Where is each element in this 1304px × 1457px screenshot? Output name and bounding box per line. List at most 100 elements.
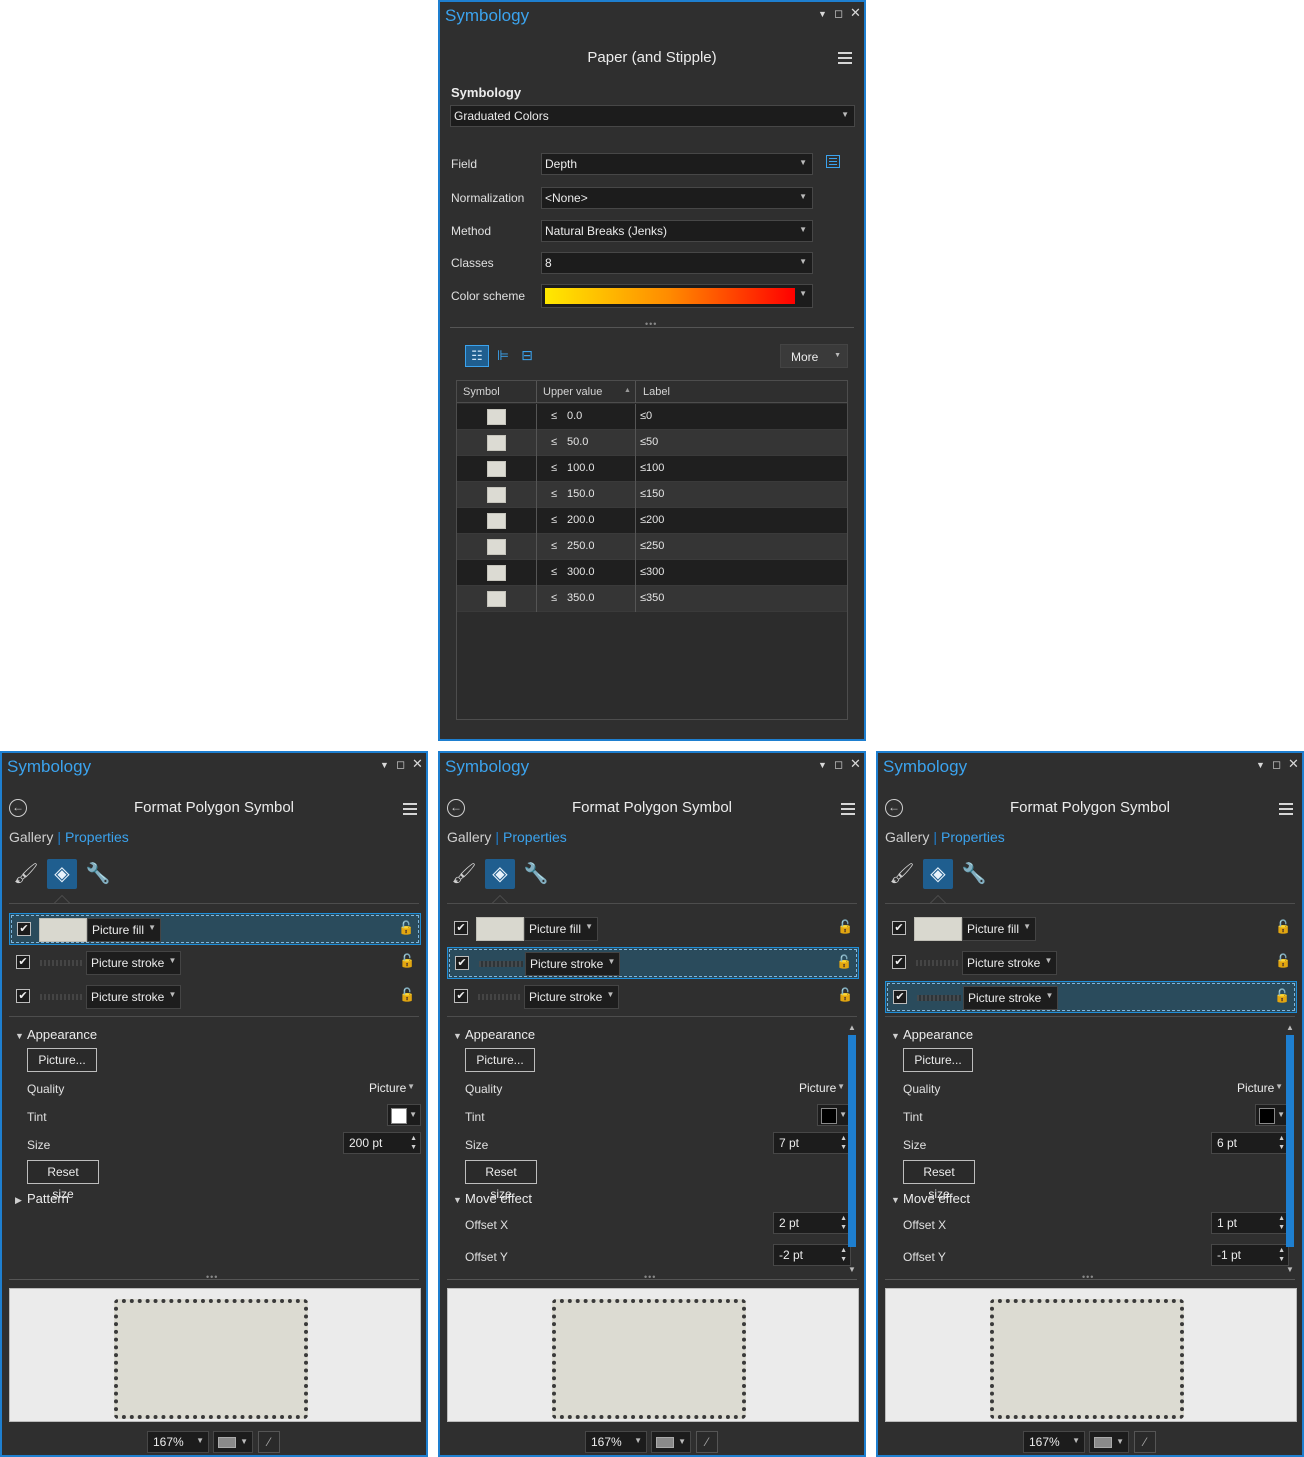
layer-type-dropdown[interactable]: Picture stroke ▼ — [963, 986, 1059, 1010]
tint-color-picker[interactable]: ▼ — [387, 1104, 421, 1126]
label-cell[interactable]: ≤200 — [640, 514, 664, 526]
wrench-icon[interactable]: 🔧 — [83, 859, 113, 889]
tab-gallery[interactable]: Gallery — [9, 829, 53, 845]
table-row[interactable]: ≤0.0 ≤0 — [457, 404, 847, 430]
scroll-up-icon[interactable]: ▲ — [1286, 1023, 1294, 1032]
field-list-icon[interactable] — [826, 155, 840, 168]
scroll-down-icon[interactable]: ▼ — [1286, 1265, 1294, 1274]
scrollbar[interactable] — [848, 1035, 856, 1247]
pin-icon[interactable]: ▼ — [818, 9, 827, 19]
tint-color-picker[interactable]: ▼ — [1255, 1104, 1289, 1126]
background-color-picker[interactable]: ▼ — [213, 1431, 253, 1453]
symbol-lock-icon[interactable]: 🔓 — [399, 953, 415, 969]
reset-size-button[interactable]: Reset size — [465, 1160, 537, 1201]
layer-visibility-checkbox[interactable]: ✔ — [892, 955, 906, 969]
spin-arrows-icon[interactable]: ▲ ▼ — [1278, 1134, 1285, 1152]
symbol-lock-icon[interactable]: 🔓 — [836, 954, 852, 970]
symbol-layer-row[interactable]: ✔ Picture stroke ▼ 🔓 — [9, 981, 421, 1013]
offset-x-stepper[interactable]: 1 pt ▲ ▼ — [1211, 1212, 1289, 1234]
scroll-up-icon[interactable]: ▲ — [848, 1023, 856, 1032]
tab-gallery[interactable]: Gallery — [885, 829, 929, 845]
appearance-section-header[interactable]: ▼ Appearance — [891, 1027, 973, 1042]
label-cell[interactable]: ≤150 — [640, 488, 664, 500]
symbol-layer-row[interactable]: ✔ Picture stroke ▼ 🔓 — [447, 947, 859, 979]
upper-value-cell[interactable]: 150.0 — [567, 488, 595, 500]
offset-x-stepper[interactable]: 2 pt ▲ ▼ — [773, 1212, 851, 1234]
class-symbol-swatch[interactable] — [487, 461, 506, 477]
symbol-layer-row[interactable]: ✔ Picture fill ▼ 🔓 — [447, 913, 859, 945]
method-dropdown[interactable]: Natural Breaks (Jenks) ▼ — [541, 220, 813, 242]
layer-type-dropdown[interactable]: Picture fill ▼ — [87, 918, 162, 942]
upper-value-cell[interactable]: 200.0 — [567, 514, 595, 526]
offset-y-stepper[interactable]: -1 pt ▲ ▼ — [1211, 1244, 1289, 1266]
symbol-layer-row[interactable]: ✔ Picture stroke ▼ 🔓 — [9, 947, 421, 979]
layer-visibility-checkbox[interactable]: ✔ — [454, 989, 468, 1003]
symbol-lock-icon[interactable]: 🔓 — [837, 919, 853, 935]
table-row[interactable]: ≤250.0 ≤250 — [457, 534, 847, 560]
pattern-section-header[interactable]: ▶ Pattern — [15, 1191, 69, 1206]
quality-dropdown[interactable]: Picture ▼ — [365, 1077, 421, 1099]
wrench-icon[interactable]: 🔧 — [521, 859, 551, 889]
picture-button[interactable]: Picture... — [465, 1048, 535, 1072]
layer-visibility-checkbox[interactable]: ✔ — [893, 990, 907, 1004]
tab-gallery[interactable]: Gallery — [447, 829, 491, 845]
toggle-grid-icon[interactable]: ⁄ — [258, 1431, 280, 1453]
symbol-lock-icon[interactable]: 🔓 — [1275, 953, 1291, 969]
scrollbar[interactable] — [1286, 1035, 1294, 1247]
symbol-layer-row[interactable]: ✔ Picture stroke ▼ 🔓 — [885, 981, 1297, 1013]
table-row[interactable]: ≤200.0 ≤200 — [457, 508, 847, 534]
layer-type-dropdown[interactable]: Picture fill ▼ — [524, 917, 599, 941]
class-symbol-swatch[interactable] — [487, 487, 506, 503]
toggle-grid-icon[interactable]: ⁄ — [1134, 1431, 1156, 1453]
class-symbol-swatch[interactable] — [487, 539, 506, 555]
reset-size-button[interactable]: Reset size — [903, 1160, 975, 1201]
label-cell[interactable]: ≤100 — [640, 462, 664, 474]
field-dropdown[interactable]: Depth ▼ — [541, 153, 813, 175]
label-cell[interactable]: ≤350 — [640, 592, 664, 604]
normalization-dropdown[interactable]: <None> ▼ — [541, 187, 813, 209]
maximize-icon[interactable]: ◻ — [834, 7, 843, 20]
close-icon[interactable]: ✕ — [1288, 756, 1299, 772]
hamburger-menu-icon[interactable] — [838, 52, 852, 64]
upper-value-cell[interactable]: 0.0 — [567, 410, 582, 422]
upper-value-cell[interactable]: 50.0 — [567, 436, 588, 448]
zoom-dropdown[interactable]: 167% ▼ — [147, 1431, 209, 1453]
offset-y-stepper[interactable]: -2 pt ▲ ▼ — [773, 1244, 851, 1266]
more-button[interactable]: More ▼ — [780, 344, 848, 368]
layer-visibility-checkbox[interactable]: ✔ — [17, 922, 31, 936]
splitter-grip[interactable]: ••• — [1082, 1272, 1094, 1282]
splitter-grip[interactable]: ••• — [206, 1272, 218, 1282]
layer-type-dropdown[interactable]: Picture stroke ▼ — [524, 985, 620, 1009]
class-symbol-swatch[interactable] — [487, 409, 506, 425]
appearance-section-header[interactable]: ▼ Appearance — [453, 1027, 535, 1042]
maximize-icon[interactable]: ◻ — [834, 758, 843, 771]
close-icon[interactable]: ✕ — [412, 756, 423, 772]
layer-visibility-checkbox[interactable]: ✔ — [892, 921, 906, 935]
class-symbol-swatch[interactable] — [487, 591, 506, 607]
col-header-symbol[interactable]: Symbol — [463, 386, 500, 398]
symbol-lock-icon[interactable]: 🔓 — [1274, 988, 1290, 1004]
col-header-upper-value[interactable]: Upper value — [543, 386, 602, 398]
layer-type-dropdown[interactable]: Picture stroke ▼ — [86, 951, 182, 975]
upper-value-cell[interactable]: 100.0 — [567, 462, 595, 474]
appearance-section-header[interactable]: ▼ Appearance — [15, 1027, 97, 1042]
paintbrush-icon[interactable]: 🖌 — [449, 859, 479, 889]
close-icon[interactable]: ✕ — [850, 756, 861, 772]
symbol-lock-icon[interactable]: 🔓 — [1275, 919, 1291, 935]
class-symbol-swatch[interactable] — [487, 565, 506, 581]
scroll-down-icon[interactable]: ▼ — [848, 1265, 856, 1274]
hamburger-menu-icon[interactable] — [841, 803, 855, 815]
layer-visibility-checkbox[interactable]: ✔ — [16, 989, 30, 1003]
spin-arrows-icon[interactable]: ▲ ▼ — [410, 1134, 417, 1152]
layers-icon[interactable]: ◈ — [485, 859, 515, 889]
upper-value-cell[interactable]: 300.0 — [567, 566, 595, 578]
zoom-dropdown[interactable]: 167% ▼ — [1023, 1431, 1085, 1453]
paintbrush-icon[interactable]: 🖌 — [887, 859, 917, 889]
picture-button[interactable]: Picture... — [903, 1048, 973, 1072]
pin-icon[interactable]: ▼ — [1256, 760, 1265, 770]
tab-properties[interactable]: Properties — [941, 829, 1005, 845]
col-header-label[interactable]: Label — [643, 386, 670, 398]
table-row[interactable]: ≤350.0 ≤350 — [457, 586, 847, 612]
scales-icon[interactable]: ⊟ — [516, 345, 538, 367]
tint-color-picker[interactable]: ▼ — [817, 1104, 851, 1126]
